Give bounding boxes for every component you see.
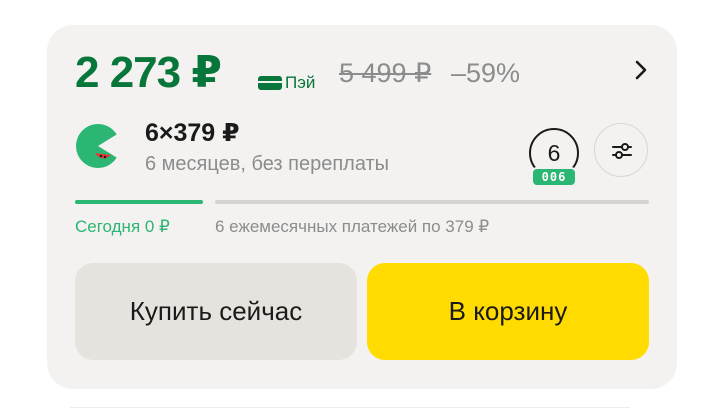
card-icon	[258, 76, 282, 90]
months-badge: 006	[531, 167, 577, 187]
old-price: 5 499 ₽	[339, 58, 432, 88]
split-description: 6 месяцев, без переплаты	[145, 153, 390, 175]
split-amount: 6×379 ₽	[145, 119, 240, 147]
discount-percent: –59%	[451, 58, 521, 88]
progress-remaining	[215, 200, 649, 204]
split-logo-icon	[75, 123, 124, 169]
sliders-icon	[612, 143, 632, 159]
progress-today	[75, 200, 203, 204]
payment-today: Сегодня 0 ₽	[75, 217, 170, 236]
current-price: 2 273 ₽	[75, 48, 222, 97]
buy-now-button[interactable]: Купить сейчас	[75, 263, 357, 360]
chevron-right-icon[interactable]	[630, 59, 652, 81]
divider	[70, 407, 630, 408]
payment-monthly: 6 ежемесячных платежей по 379 ₽	[215, 217, 490, 236]
pay-label: Пэй	[285, 73, 316, 92]
product-offer-card: 2 273 ₽ Пэй 5 499 ₽ –59% 6×379 ₽ 6 месяц…	[47, 25, 677, 389]
split-settings-button[interactable]	[594, 123, 648, 177]
add-to-cart-button[interactable]: В корзину	[367, 263, 649, 360]
price-row[interactable]: 2 273 ₽ Пэй 5 499 ₽ –59%	[75, 45, 655, 101]
